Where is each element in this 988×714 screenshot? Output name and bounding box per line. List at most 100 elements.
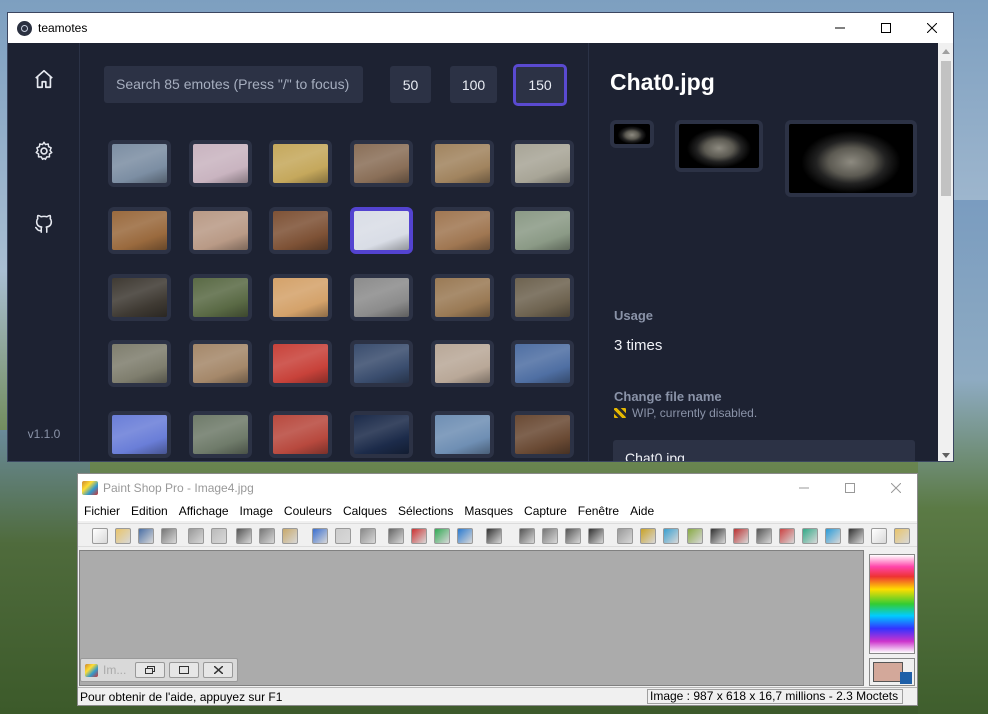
toolbar-tool-icon[interactable] (188, 528, 204, 544)
emote-thumbnail[interactable] (350, 207, 413, 254)
menu-item[interactable]: Edition (125, 504, 173, 518)
menu-item[interactable]: Aide (624, 504, 659, 518)
emote-thumbnail[interactable] (431, 411, 494, 458)
preview-medium[interactable] (675, 120, 763, 172)
toolbar-tool-icon[interactable] (335, 528, 351, 544)
toolbar-tool-icon[interactable] (282, 528, 298, 544)
toolbar-tool-icon[interactable] (161, 528, 177, 544)
toolbar-tool-icon[interactable] (92, 528, 108, 544)
menu-item[interactable]: Calques (337, 504, 392, 518)
background-color[interactable] (900, 672, 912, 684)
menu-item[interactable]: Couleurs (278, 504, 337, 518)
psp-close-button[interactable] (873, 474, 917, 501)
toolbar-tool-icon[interactable] (588, 528, 604, 544)
toolbar-tool-icon[interactable] (825, 528, 841, 544)
menu-item[interactable]: Masques (458, 504, 518, 518)
toolbar-tool-icon[interactable] (115, 528, 131, 544)
scrollbar-thumb[interactable] (941, 61, 951, 196)
size-button-100[interactable]: 100 (450, 66, 497, 103)
emote-thumbnail[interactable] (269, 207, 332, 254)
emote-thumbnail[interactable] (511, 207, 574, 254)
toolbar-tool-icon[interactable] (542, 528, 558, 544)
toolbar-tool-icon[interactable] (434, 528, 450, 544)
emote-thumbnail[interactable] (350, 340, 413, 387)
toolbar-tool-icon[interactable] (663, 528, 679, 544)
toolbar-tool-icon[interactable] (565, 528, 581, 544)
maximize-button[interactable] (863, 13, 909, 43)
emote-thumbnail[interactable] (189, 340, 252, 387)
toolbar-tool-icon[interactable] (211, 528, 227, 544)
toolbar-tool-icon[interactable] (138, 528, 154, 544)
vertical-scrollbar[interactable] (938, 43, 953, 461)
emote-thumbnail[interactable] (511, 411, 574, 458)
menu-item[interactable]: Image (234, 504, 278, 518)
size-button-150[interactable]: 150 (513, 64, 567, 106)
minimized-image-window[interactable]: Im... (80, 658, 238, 682)
toolbar-tool-icon[interactable] (894, 528, 910, 544)
menu-item[interactable]: Fichier (78, 504, 125, 518)
toolbar-tool-icon[interactable] (779, 528, 795, 544)
psp-minimize-button[interactable] (781, 474, 827, 501)
emote-thumbnail[interactable] (350, 274, 413, 321)
emote-thumbnail[interactable] (108, 140, 171, 187)
menu-item[interactable]: Capture (518, 504, 572, 518)
toolbar-tool-icon[interactable] (756, 528, 772, 544)
scroll-down-icon[interactable] (938, 447, 953, 461)
teamotes-titlebar[interactable]: teamotes (8, 13, 953, 43)
emote-thumbnail[interactable] (431, 274, 494, 321)
psp-titlebar[interactable]: Paint Shop Pro - Image4.jpg (78, 474, 917, 501)
preview-large[interactable] (785, 120, 917, 197)
preview-small[interactable] (610, 120, 654, 148)
emote-thumbnail[interactable] (511, 140, 574, 187)
toolbar-tool-icon[interactable] (312, 528, 328, 544)
menu-item[interactable]: Fenêtre (572, 504, 624, 518)
toolbar-tool-icon[interactable] (411, 528, 427, 544)
toolbar-tool-icon[interactable] (360, 528, 376, 544)
emote-thumbnail[interactable] (269, 340, 332, 387)
toolbar-tool-icon[interactable] (871, 528, 887, 544)
emote-thumbnail[interactable] (189, 207, 252, 254)
emote-thumbnail[interactable] (350, 140, 413, 187)
emote-thumbnail[interactable] (269, 140, 332, 187)
toolbar-tool-icon[interactable] (848, 528, 864, 544)
toolbar-tool-icon[interactable] (486, 528, 502, 544)
mini-maximize-button[interactable] (169, 662, 199, 678)
emote-thumbnail[interactable] (431, 340, 494, 387)
minimize-button[interactable] (817, 13, 863, 43)
emote-thumbnail[interactable] (431, 140, 494, 187)
emote-thumbnail[interactable] (511, 340, 574, 387)
color-picker[interactable] (869, 554, 915, 654)
emote-thumbnail[interactable] (108, 411, 171, 458)
file-name-input[interactable]: Chat0.jpg (613, 440, 915, 461)
emote-thumbnail[interactable] (189, 411, 252, 458)
emote-thumbnail[interactable] (269, 274, 332, 321)
toolbar-tool-icon[interactable] (802, 528, 818, 544)
emote-thumbnail[interactable] (269, 411, 332, 458)
size-button-50[interactable]: 50 (390, 66, 431, 103)
close-button[interactable] (909, 13, 953, 43)
toolbar-tool-icon[interactable] (733, 528, 749, 544)
menu-item[interactable]: Sélections (392, 504, 458, 518)
emote-thumbnail[interactable] (431, 207, 494, 254)
foreground-color[interactable] (873, 662, 903, 682)
emote-thumbnail[interactable] (350, 411, 413, 458)
psp-maximize-button[interactable] (827, 474, 873, 501)
toolbar-tool-icon[interactable] (687, 528, 703, 544)
toolbar-tool-icon[interactable] (236, 528, 252, 544)
toolbar-tool-icon[interactable] (617, 528, 633, 544)
emote-thumbnail[interactable] (108, 274, 171, 321)
scroll-up-icon[interactable] (938, 43, 953, 59)
settings-button[interactable] (30, 137, 58, 165)
toolbar-tool-icon[interactable] (640, 528, 656, 544)
emote-thumbnail[interactable] (189, 140, 252, 187)
toolbar-tool-icon[interactable] (519, 528, 535, 544)
toolbar-tool-icon[interactable] (259, 528, 275, 544)
restore-button[interactable] (135, 662, 165, 678)
github-button[interactable] (30, 209, 58, 237)
toolbar-tool-icon[interactable] (457, 528, 473, 544)
emote-thumbnail[interactable] (108, 207, 171, 254)
emote-thumbnail[interactable] (189, 274, 252, 321)
search-input[interactable]: Search 85 emotes (Press "/" to focus) (104, 66, 363, 103)
emote-thumbnail[interactable] (108, 340, 171, 387)
mini-close-button[interactable] (203, 662, 233, 678)
